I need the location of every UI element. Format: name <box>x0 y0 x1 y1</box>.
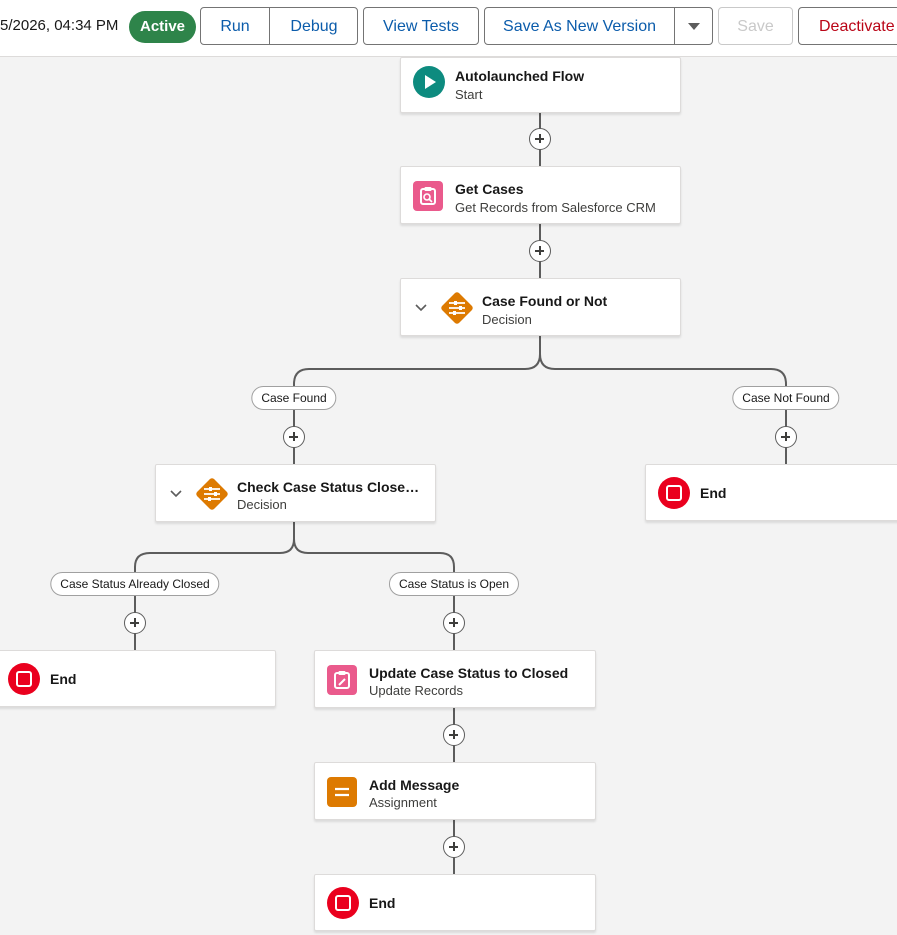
add-message-node[interactable]: Add Message Assignment <box>314 762 596 820</box>
equals-icon <box>327 777 357 807</box>
clipboard-edit-icon <box>327 665 357 695</box>
add-element-button[interactable] <box>443 724 465 746</box>
decision-check-case-status-node[interactable]: Check Case Status Closed or ... Decision <box>155 464 436 522</box>
debug-button[interactable]: Debug <box>270 8 358 46</box>
outcome-label-case-status-is-open[interactable]: Case Status is Open <box>388 572 520 596</box>
flow-builder-toolbar: 5/2026, 04:34 PM Active Run Debug View T… <box>0 0 897 57</box>
node-subtitle: Update Records <box>369 683 463 698</box>
decision-case-found-node[interactable]: Case Found or Not Decision <box>400 278 681 336</box>
last-modified-timestamp: 5/2026, 04:34 PM <box>0 17 119 34</box>
node-title: Update Case Status to Closed <box>369 665 569 681</box>
stop-icon <box>658 477 690 509</box>
view-tests-button[interactable]: View Tests <box>363 7 479 45</box>
end-node-case-already-closed[interactable]: End <box>0 650 276 707</box>
start-node[interactable]: Autolaunched Flow Start <box>400 57 681 113</box>
node-subtitle: Get Records from Salesforce CRM <box>455 200 656 215</box>
node-title: End <box>50 671 77 687</box>
stop-icon <box>327 887 359 919</box>
add-element-button[interactable] <box>283 426 305 448</box>
node-title: End <box>369 895 396 911</box>
clipboard-search-icon <box>413 181 443 211</box>
decision-diamond-icon <box>196 478 228 510</box>
add-element-button[interactable] <box>443 612 465 634</box>
save-as-new-version-button[interactable]: Save As New Version <box>485 8 674 46</box>
node-title: Case Found or Not <box>482 293 608 309</box>
flow-canvas[interactable]: Autolaunched Flow Start Get Cases Get Re… <box>0 57 897 935</box>
node-subtitle: Start <box>455 87 483 102</box>
node-title: Get Cases <box>455 181 524 197</box>
update-case-status-node[interactable]: Update Case Status to Closed Update Reco… <box>314 650 596 708</box>
node-title: Check Case Status Closed or ... <box>237 479 427 495</box>
end-node-case-not-found[interactable]: End <box>645 464 897 521</box>
stop-icon <box>8 663 40 695</box>
add-element-button[interactable] <box>529 240 551 262</box>
node-title: Autolaunched Flow <box>455 68 585 84</box>
play-icon <box>413 66 445 98</box>
run-debug-button-group: Run Debug <box>200 7 358 45</box>
get-cases-node[interactable]: Get Cases Get Records from Salesforce CR… <box>400 166 681 224</box>
status-badge: Active <box>129 11 197 43</box>
deactivate-button[interactable]: Deactivate <box>798 7 897 45</box>
outcome-label-case-status-already-closed[interactable]: Case Status Already Closed <box>50 572 220 596</box>
add-element-button[interactable] <box>443 836 465 858</box>
outcome-label-case-not-found[interactable]: Case Not Found <box>732 386 840 410</box>
save-button[interactable]: Save <box>718 7 793 45</box>
save-as-new-version-button-group: Save As New Version <box>484 7 713 45</box>
caret-down-icon <box>688 23 700 30</box>
add-element-button[interactable] <box>529 128 551 150</box>
end-node-final[interactable]: End <box>314 874 596 931</box>
add-element-button[interactable] <box>124 612 146 634</box>
node-title: Add Message <box>369 777 460 793</box>
node-title: End <box>700 485 727 501</box>
node-subtitle: Assignment <box>369 795 437 810</box>
node-subtitle: Decision <box>482 312 532 327</box>
chevron-down-icon[interactable] <box>413 300 429 316</box>
add-element-button[interactable] <box>775 426 797 448</box>
chevron-down-icon[interactable] <box>168 486 184 502</box>
run-button[interactable]: Run <box>201 8 269 46</box>
outcome-label-case-found[interactable]: Case Found <box>251 386 337 410</box>
decision-diamond-icon <box>441 292 473 324</box>
save-options-dropdown[interactable] <box>675 8 713 44</box>
node-subtitle: Decision <box>237 497 287 512</box>
